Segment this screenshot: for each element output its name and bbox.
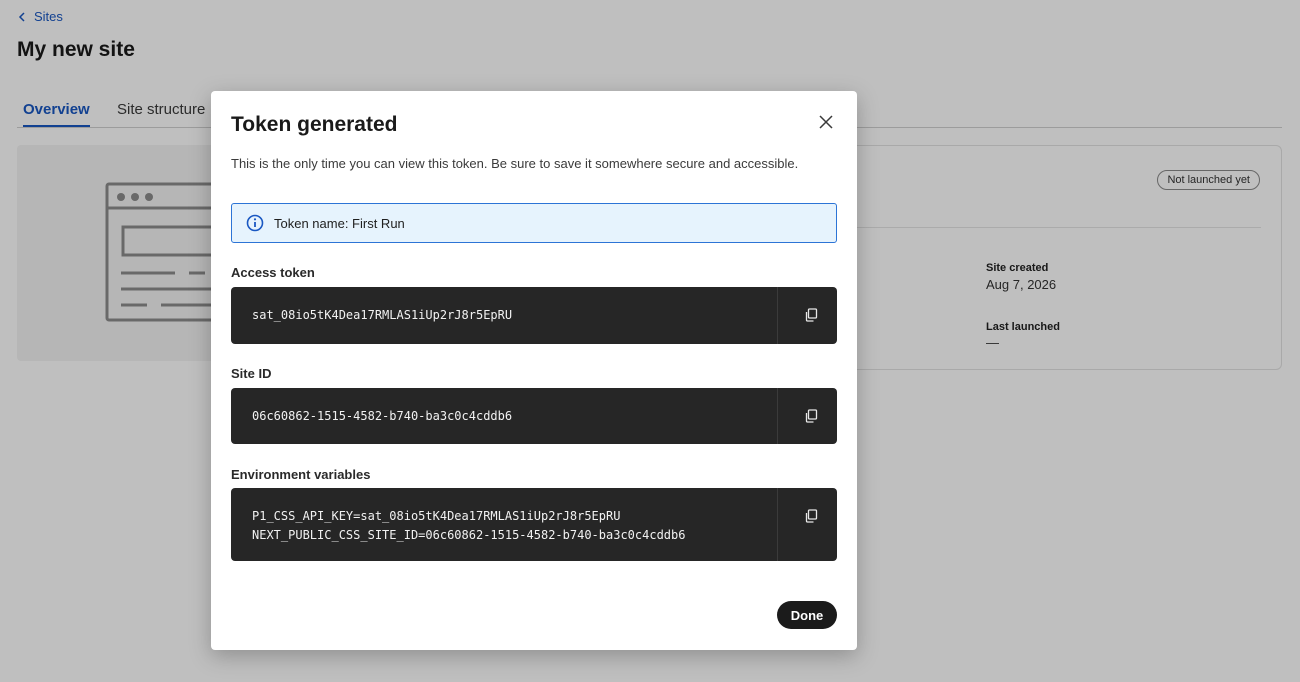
dialog-description: This is the only time you can view this … (231, 156, 799, 171)
copy-access-token-button[interactable] (804, 308, 818, 322)
done-button[interactable]: Done (777, 601, 837, 629)
site-id-label: Site ID (231, 366, 272, 381)
code-divider (777, 287, 778, 344)
dialog-title: Token generated (231, 113, 398, 136)
access-token-label: Access token (231, 265, 315, 280)
env-vars-label: Environment variables (231, 467, 371, 482)
copy-icon (805, 409, 818, 423)
site-id-value: 06c60862-1515-4582-b740-ba3c0c4cddb6 (252, 409, 513, 423)
close-icon (819, 115, 833, 129)
token-name-text: Token name: First Run (274, 215, 405, 231)
token-generated-dialog: Token generated This is the only time yo… (211, 91, 857, 650)
env-var-line-1: P1_CSS_API_KEY=sat_08io5tK4Dea17RMLAS1iU… (252, 509, 621, 523)
code-divider (777, 388, 778, 444)
copy-icon (805, 509, 818, 523)
token-name-notice: Token name: First Run (231, 203, 837, 243)
access-token-block: sat_08io5tK4Dea17RMLAS1iUp2rJ8r5EpRU (231, 287, 837, 344)
info-icon (246, 214, 264, 232)
copy-env-vars-button[interactable] (804, 509, 818, 523)
site-id-block: 06c60862-1515-4582-b740-ba3c0c4cddb6 (231, 388, 837, 444)
copy-site-id-button[interactable] (804, 409, 818, 423)
env-var-line-2: NEXT_PUBLIC_CSS_SITE_ID=06c60862-1515-45… (252, 528, 686, 542)
env-vars-block: P1_CSS_API_KEY=sat_08io5tK4Dea17RMLAS1iU… (231, 488, 837, 561)
access-token-value: sat_08io5tK4Dea17RMLAS1iUp2rJ8r5EpRU (252, 308, 513, 322)
code-divider (777, 488, 778, 561)
copy-icon (805, 308, 818, 322)
close-button[interactable] (817, 113, 835, 131)
